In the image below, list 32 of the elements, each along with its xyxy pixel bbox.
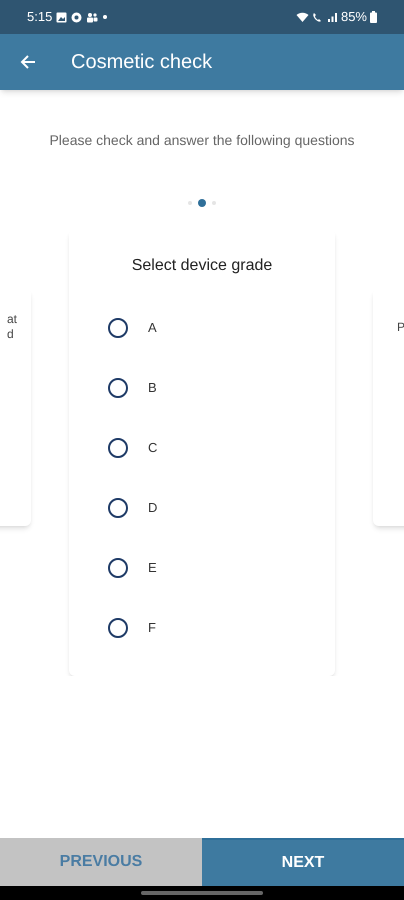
signal-icon [326, 12, 338, 22]
wifi-icon [296, 12, 309, 22]
question-text-fragment: d [7, 327, 14, 342]
option-label: D [148, 499, 158, 518]
option-label: A [148, 319, 157, 338]
battery-percentage: 85% [340, 8, 367, 26]
call-icon [312, 12, 324, 22]
option-label: C [148, 439, 158, 458]
radio-button[interactable] [108, 318, 128, 338]
option-label: B [148, 379, 157, 398]
circle-icon [71, 12, 82, 22]
screen-title: Cosmetic check [71, 50, 212, 75]
question-text-fragment: P [397, 320, 404, 335]
question-text: Select device grade [132, 256, 272, 276]
radio-button[interactable] [108, 378, 128, 398]
back-arrow-icon [20, 54, 36, 70]
instruction-text: Please check and answer the following questions [49, 131, 355, 150]
previous-question-card[interactable]: at d [0, 288, 31, 526]
radio-button[interactable] [108, 498, 128, 518]
option-label: E [148, 559, 157, 578]
radio-button[interactable] [108, 558, 128, 578]
option-label: F [148, 619, 156, 638]
radio-button[interactable] [108, 438, 128, 458]
image-icon [56, 12, 68, 22]
next-button[interactable]: NEXT [202, 838, 404, 886]
clock: 5:15 [27, 8, 52, 26]
dot-icon [102, 14, 108, 20]
radio-button[interactable] [108, 618, 128, 638]
question-text-fragment: at [7, 312, 18, 327]
next-question-card[interactable]: P [373, 288, 404, 526]
people-icon [86, 12, 98, 22]
battery-icon [370, 11, 377, 23]
